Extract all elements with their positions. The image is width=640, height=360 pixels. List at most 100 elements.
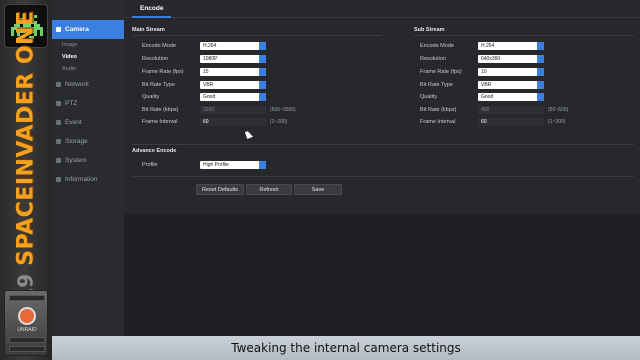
field-label: Encode Mode — [142, 42, 176, 49]
select-value: 1080P — [203, 55, 218, 62]
sub-bit-rate-input[interactable]: 400 — [478, 105, 544, 114]
sidebar-subitem-audio[interactable]: Audio — [52, 63, 124, 75]
sidebar-item-camera[interactable]: Camera — [52, 20, 124, 39]
sub-encode-mode-row: Encode Mode H.264 — [420, 41, 544, 50]
main-quality-select[interactable]: Good — [200, 92, 266, 101]
chevron-down-icon — [259, 67, 266, 76]
sub-encode-mode-select[interactable]: H.264 — [478, 41, 544, 50]
range-hint: (500~3500) — [270, 106, 296, 113]
sub-bit-rate-type-select[interactable]: VBR — [478, 80, 544, 89]
chevron-down-icon — [259, 160, 266, 169]
sidebar-item-system[interactable]: System — [52, 151, 124, 170]
select-value: Good — [481, 93, 494, 100]
branding-rail: 2019SPACEINVADER ONE UNRAID — [0, 0, 52, 360]
field-label: Bit Rate (kbps) — [142, 106, 179, 113]
main-bit-rate-input[interactable]: 3200 — [200, 105, 266, 114]
camera-icon — [56, 27, 61, 32]
chevron-down-icon — [259, 54, 266, 63]
sidebar-item-label: PTZ — [65, 100, 78, 107]
save-button[interactable]: Save — [294, 184, 342, 195]
sub-stream-title: Sub Stream — [414, 27, 445, 33]
field-label: Bit Rate Type — [142, 81, 175, 88]
field-label: Quality — [420, 93, 438, 100]
unraid-logo-icon — [18, 307, 36, 325]
sub-frame-rate-row: Frame Rate (fps) 10 — [420, 67, 544, 76]
sidebar-item-label: Information — [65, 176, 98, 183]
range-hint: (1~200) — [270, 118, 288, 125]
select-value: VBR — [203, 81, 214, 88]
main-resolution-row: Resolution 1080P — [142, 54, 266, 63]
select-value: Good — [203, 93, 216, 100]
system-icon — [56, 158, 61, 163]
main-stream-title: Main Stream — [132, 27, 165, 33]
chevron-down-icon — [537, 80, 544, 89]
chevron-down-icon — [537, 92, 544, 101]
field-label: Quality — [142, 93, 160, 100]
sidebar-item-label: Network — [65, 81, 89, 88]
main-bit-rate-type-select[interactable]: VBR — [200, 80, 266, 89]
sidebar-item-ptz[interactable]: PTZ — [52, 94, 124, 113]
network-icon — [56, 82, 61, 87]
sub-resolution-row: Resolution 640x360 — [420, 54, 544, 63]
sub-frame-interval-row: Frame Interval 60 (1~200) — [420, 117, 565, 126]
tab-bar: Encode — [124, 0, 640, 18]
main-frame-interval-input[interactable]: 60 — [200, 117, 266, 126]
server-logo-text: UNRAID — [17, 327, 37, 333]
divider — [132, 176, 634, 177]
chevron-down-icon — [537, 54, 544, 63]
main-frame-rate-row: Frame Rate (fps) 15 — [142, 67, 266, 76]
select-value: VBR — [481, 81, 492, 88]
sidebar-item-network[interactable]: Network — [52, 75, 124, 94]
tab-encode[interactable]: Encode — [132, 0, 172, 18]
sub-bit-rate-row: Bit Rate (kbps) 400 (50~600) — [420, 105, 568, 114]
main-bit-rate-type-row: Bit Rate Type VBR — [142, 80, 266, 89]
main-frame-interval-row: Frame Interval 60 (1~200) — [142, 117, 287, 126]
ptz-icon — [56, 101, 61, 106]
camera-web-ui: Camera Image Video Audio Network PTZ Eve… — [52, 0, 640, 336]
main-bit-rate-row: Bit Rate (kbps) 3200 (500~3500) — [142, 105, 296, 114]
select-value: H.264 — [203, 42, 217, 49]
sidebar-item-label: Event — [65, 119, 82, 126]
server-graphic: UNRAID — [4, 290, 48, 356]
select-value: 10 — [481, 68, 487, 75]
sub-bit-rate-type-row: Bit Rate Type VBR — [420, 80, 544, 89]
main-encode-mode-select[interactable]: H.264 — [200, 41, 266, 50]
sidebar-item-storage[interactable]: Storage — [52, 132, 124, 151]
sub-quality-select[interactable]: Good — [478, 92, 544, 101]
profile-row: Profile High Profile — [142, 160, 266, 169]
divider — [414, 35, 634, 36]
select-value: 640x360 — [481, 55, 501, 62]
branding-text: 2019SPACEINVADER ONE — [14, 10, 39, 329]
field-label: Profile — [142, 161, 158, 168]
sub-frame-interval-input[interactable]: 60 — [478, 117, 544, 126]
reset-defaults-button[interactable]: Reset Defaults — [196, 184, 244, 195]
sub-quality-row: Quality Good — [420, 92, 544, 101]
sub-resolution-select[interactable]: 640x360 — [478, 54, 544, 63]
range-hint: (1~200) — [548, 118, 566, 125]
sidebar-item-event[interactable]: Event — [52, 113, 124, 132]
main-frame-rate-select[interactable]: 15 — [200, 67, 266, 76]
select-value: High Profile — [203, 161, 229, 168]
chevron-down-icon — [259, 80, 266, 89]
field-label: Encode Mode — [420, 42, 454, 49]
field-label: Resolution — [142, 55, 168, 62]
sidebar-item-information[interactable]: Information — [52, 170, 124, 189]
refresh-button[interactable]: Refresh — [246, 184, 292, 195]
select-value: 15 — [203, 68, 209, 75]
divider — [132, 144, 634, 145]
chevron-down-icon — [537, 67, 544, 76]
sidebar-item-label: System — [65, 157, 87, 164]
main-resolution-select[interactable]: 1080P — [200, 54, 266, 63]
sidebar-subitem-image[interactable]: Image — [52, 39, 124, 51]
field-label: Frame Interval — [142, 118, 178, 125]
sidebar-subitem-video[interactable]: Video — [52, 51, 124, 63]
field-label: Frame Interval — [420, 118, 456, 125]
chevron-down-icon — [259, 92, 266, 101]
sidebar-item-label: Camera — [65, 26, 89, 33]
chevron-down-icon — [537, 41, 544, 50]
sub-frame-rate-select[interactable]: 10 — [478, 67, 544, 76]
branding-name: SPACEINVADER ONE — [13, 10, 39, 266]
profile-select[interactable]: High Profile — [200, 160, 266, 169]
field-label: Resolution — [420, 55, 446, 62]
event-icon — [56, 120, 61, 125]
